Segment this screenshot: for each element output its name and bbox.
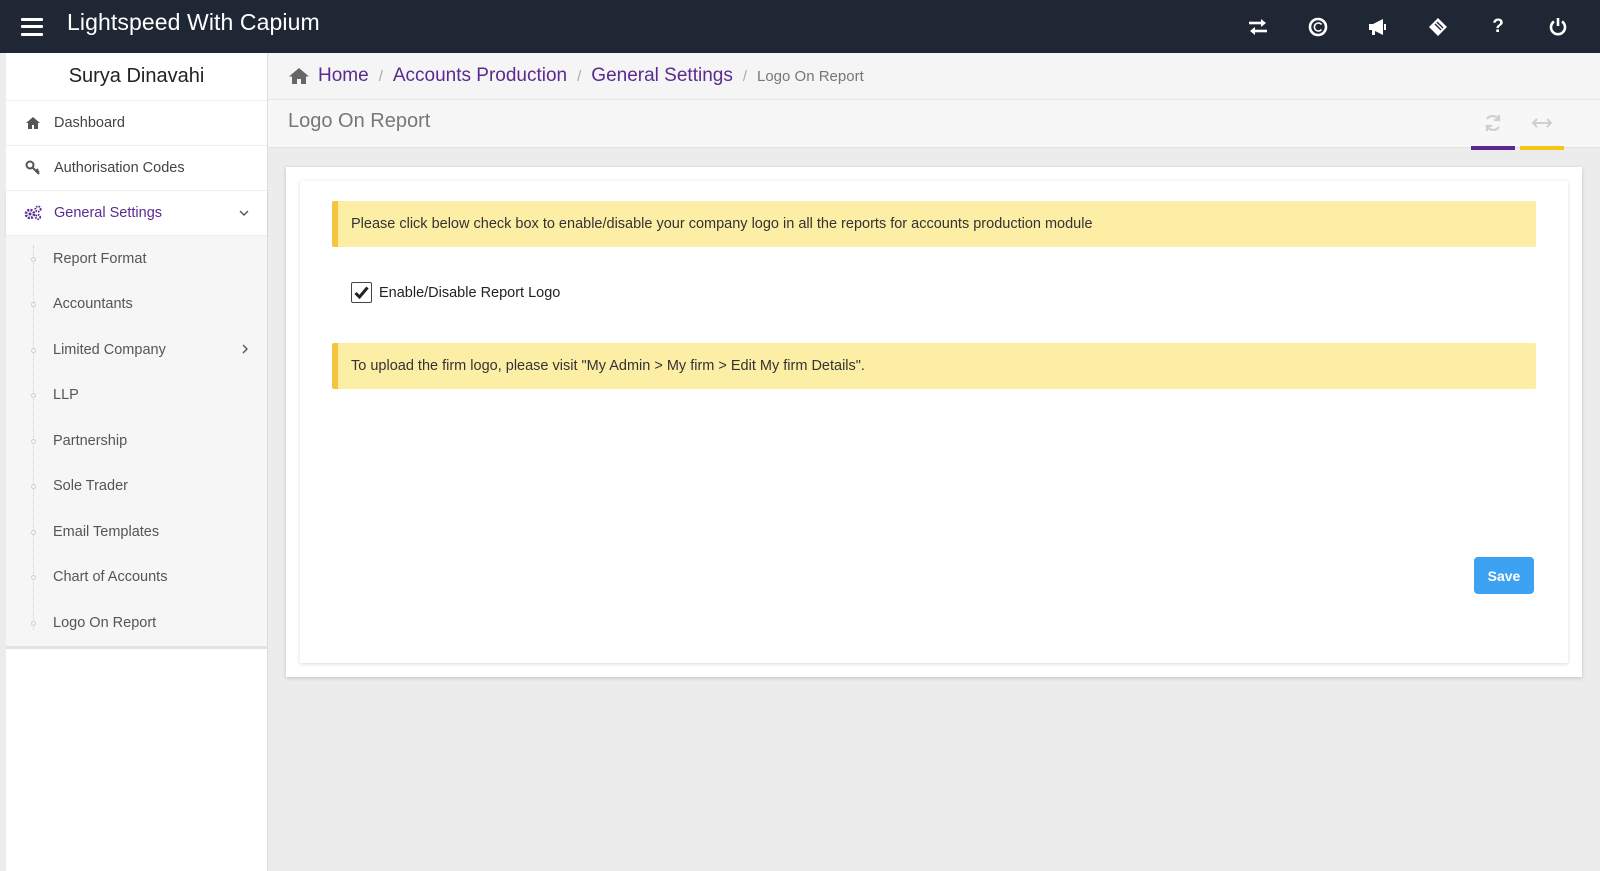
expand-icon — [1531, 118, 1553, 128]
sidebar-subitem-label: Logo On Report — [53, 614, 157, 631]
sidebar-subitem-accountants[interactable]: Accountants — [6, 282, 267, 328]
home-icon[interactable] — [288, 67, 310, 85]
gears-icon — [24, 204, 42, 222]
page-title: Logo On Report — [288, 110, 431, 132]
top-icon-bar: ? — [1228, 0, 1588, 53]
key-icon — [24, 159, 42, 177]
sidebar-subitem-sole-trader[interactable]: Sole Trader — [6, 464, 267, 510]
transfer-icon[interactable] — [1228, 0, 1288, 53]
tree-dot — [31, 529, 36, 535]
sidebar-subitem-chart-of-accounts[interactable]: Chart of Accounts — [6, 555, 267, 601]
breadcrumb-general-settings[interactable]: General Settings — [591, 65, 733, 87]
breadcrumb-accounts-production[interactable]: Accounts Production — [393, 65, 567, 87]
breadcrumb: Home / Accounts Production / General Set… — [268, 53, 1600, 100]
sidebar-subitem-label: Sole Trader — [53, 478, 128, 495]
sidebar-subitem-llp[interactable]: LLP — [6, 373, 267, 419]
sidebar: Surya Dinavahi Dashboard Authorisation C… — [6, 53, 268, 871]
info-alert: Please click below check box to enable/d… — [332, 201, 1536, 247]
info-alert-text: Please click below check box to enable/d… — [351, 216, 1093, 232]
save-button[interactable]: Save — [1474, 557, 1534, 594]
breadcrumb-home[interactable]: Home — [318, 65, 369, 87]
sidebar-subitem-email-templates[interactable]: Email Templates — [6, 509, 267, 555]
chevron-right-icon — [242, 342, 249, 358]
logo-toggle-row[interactable]: Enable/Disable Report Logo — [351, 282, 560, 303]
tree-dot — [31, 484, 36, 490]
sidebar-item-label: Authorisation Codes — [54, 160, 185, 176]
app-title: Lightspeed With Capium — [67, 9, 320, 35]
home-icon — [24, 114, 42, 132]
sidebar-item-authorisation-codes[interactable]: Authorisation Codes — [6, 146, 267, 191]
sidebar-subitem-label: Limited Company — [53, 341, 166, 358]
help-icon[interactable]: ? — [1468, 0, 1528, 53]
sidebar-item-dashboard[interactable]: Dashboard — [6, 101, 267, 146]
sidebar-subitem-logo-on-report[interactable]: Logo On Report — [6, 600, 267, 646]
content-card: Please click below check box to enable/d… — [286, 167, 1582, 677]
upload-info-text: To upload the firm logo, please visit "M… — [351, 358, 865, 374]
power-icon[interactable] — [1528, 0, 1588, 53]
tree-dot — [31, 575, 36, 581]
refresh-icon — [1485, 114, 1501, 132]
sidebar-subitem-label: LLP — [53, 387, 79, 404]
sidebar-subitem-label: Partnership — [53, 432, 128, 449]
sidebar-subitem-label: Email Templates — [53, 523, 160, 540]
sidebar-subitem-label: Chart of Accounts — [53, 569, 168, 586]
tree-dot — [31, 302, 36, 308]
user-name: Surya Dinavahi — [6, 53, 267, 101]
breadcrumb-separator: / — [378, 67, 383, 85]
menu-icon[interactable] — [21, 17, 43, 36]
sidebar-item-general-settings[interactable]: General Settings — [6, 191, 267, 236]
sidebar-item-label: General Settings — [54, 205, 163, 221]
upload-info-alert: To upload the firm logo, please visit "M… — [332, 343, 1536, 389]
sidebar-item-label: Dashboard — [54, 115, 125, 131]
enable-logo-label[interactable]: Enable/Disable Report Logo — [379, 285, 560, 301]
breadcrumb-separator: / — [577, 67, 582, 85]
breadcrumb-current: Logo On Report — [757, 67, 864, 85]
tree-dot — [31, 256, 36, 262]
checkmark-icon — [354, 286, 369, 299]
tree-dot — [31, 347, 36, 353]
ticket-icon[interactable] — [1408, 0, 1468, 53]
top-bar: Lightspeed With Capium ? — [0, 0, 1600, 53]
sidebar-subitem-partnership[interactable]: Partnership — [6, 418, 267, 464]
sidebar-subitem-label: Accountants — [53, 296, 133, 313]
sidebar-subitem-label: Report Format — [53, 250, 147, 267]
page-header: Logo On Report — [268, 100, 1600, 150]
breadcrumb-separator: / — [742, 67, 747, 85]
tree-dot — [31, 393, 36, 399]
capium-icon[interactable] — [1288, 0, 1348, 53]
content-panel: Please click below check box to enable/d… — [300, 181, 1568, 663]
tree-dot — [31, 620, 36, 626]
tree-dot — [31, 438, 36, 444]
enable-logo-checkbox[interactable] — [351, 282, 372, 303]
general-settings-submenu: Report Format Accountants Limited Compan… — [6, 236, 267, 649]
chevron-down-icon — [239, 205, 249, 221]
megaphone-icon[interactable] — [1348, 0, 1408, 53]
sidebar-subitem-report-format[interactable]: Report Format — [6, 236, 267, 282]
sidebar-subitem-limited-company[interactable]: Limited Company — [6, 327, 267, 373]
refresh-button[interactable] — [1471, 100, 1515, 150]
expand-button[interactable] — [1520, 100, 1564, 150]
help-glyph: ? — [1492, 15, 1504, 37]
